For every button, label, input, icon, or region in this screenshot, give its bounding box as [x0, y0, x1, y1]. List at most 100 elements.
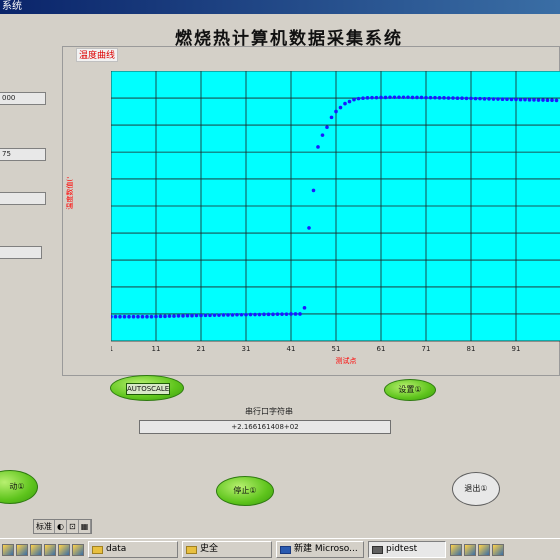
quicklaunch-icon-5[interactable]: [58, 543, 70, 556]
left-field-2: 75: [0, 148, 46, 161]
data-point: [491, 97, 496, 101]
data-point: [329, 115, 334, 120]
app-icon: [372, 545, 383, 554]
x-tick-label: 61: [377, 345, 386, 353]
data-point: [248, 312, 253, 317]
small-toolbar: 标准 ◐ ⊡ ▦: [33, 519, 93, 534]
data-point: [190, 313, 194, 318]
data-point: [343, 101, 347, 106]
data-point: [365, 96, 370, 100]
data-point: [446, 96, 451, 100]
y-axis-label-wrap: 温度数值(℃): [65, 177, 74, 210]
data-point: [302, 306, 307, 310]
serial-string-label: 串行口字符串: [245, 407, 293, 416]
data-point: [140, 314, 145, 319]
tray-icon-3[interactable]: [478, 543, 490, 556]
data-point: [370, 95, 374, 100]
x-tick-label: 41: [287, 345, 296, 353]
data-point: [113, 314, 118, 319]
folder-icon: [186, 545, 197, 554]
data-point: [482, 97, 487, 101]
data-point: [379, 95, 383, 100]
window-titlebar: 系统: [0, 0, 560, 14]
serial-string-field: +2.166161408+02: [139, 420, 391, 434]
data-point: [347, 99, 352, 104]
data-point: [527, 98, 532, 102]
data-point: [442, 96, 446, 100]
system-tray: [450, 543, 504, 556]
taskbar-new-word[interactable]: 新建 Microso...: [276, 541, 364, 558]
data-point: [401, 95, 406, 100]
autoscale-button[interactable]: AUTOSCALE: [110, 375, 184, 401]
tray-icon-4[interactable]: [492, 543, 504, 556]
settings-button[interactable]: 设置①: [384, 379, 436, 401]
toolbar-item-2[interactable]: ◐: [55, 520, 67, 533]
data-point: [478, 96, 482, 101]
data-point: [289, 312, 293, 316]
data-point: [244, 312, 248, 317]
quicklaunch-icon-3[interactable]: [30, 543, 42, 556]
data-point: [122, 314, 127, 319]
data-point: [325, 125, 329, 130]
taskbar-data[interactable]: data: [88, 541, 178, 558]
taskbar: data 史全 新建 Microso... pidtest: [0, 538, 560, 560]
data-point: [437, 96, 442, 100]
data-point: [131, 314, 136, 319]
tray-icon-1[interactable]: [450, 543, 462, 556]
data-point: [172, 314, 176, 318]
toolbar-standard[interactable]: 标准: [34, 520, 55, 533]
data-point: [464, 96, 469, 101]
data-point: [149, 314, 154, 319]
quicklaunch-icon-6[interactable]: [72, 543, 84, 556]
folder-icon: [92, 545, 103, 554]
data-point: [266, 312, 271, 317]
data-point: [514, 97, 518, 102]
data-point: [127, 314, 131, 319]
taskbar-pidtest[interactable]: pidtest: [368, 541, 446, 558]
data-point: [145, 314, 149, 319]
data-point: [410, 95, 415, 100]
data-point: [158, 314, 163, 319]
data-point: [208, 313, 212, 318]
data-point: [217, 313, 221, 317]
temperature-chart: 25.57525.43825.30125.16425.02824.89124.7…: [111, 71, 560, 365]
taskbar-anquan-label: 史全: [200, 544, 219, 554]
stop-button[interactable]: 停止①: [216, 476, 274, 506]
data-point: [541, 98, 545, 102]
taskbar-anquan[interactable]: 史全: [182, 541, 272, 558]
data-point: [320, 133, 325, 137]
data-point: [460, 96, 464, 101]
data-point: [550, 98, 554, 103]
data-point: [307, 226, 311, 230]
data-point: [505, 97, 509, 102]
data-point: [311, 188, 316, 193]
toolbar-item-4[interactable]: ▦: [79, 520, 92, 533]
quicklaunch-icon-4[interactable]: [44, 543, 56, 556]
start-button[interactable]: 动①: [0, 470, 38, 504]
quicklaunch-icon-1[interactable]: [2, 543, 14, 556]
data-point: [473, 96, 478, 101]
data-point: [271, 312, 275, 317]
taskbar-new-word-label: 新建 Microso...: [294, 544, 358, 554]
x-axis-label: 测试点: [336, 356, 357, 365]
data-point: [451, 96, 455, 100]
y-axis-label: 温度数值(℃): [65, 177, 74, 210]
chart-caption: 温度曲线: [76, 48, 119, 62]
data-point: [212, 313, 217, 317]
taskbar-pidtest-label: pidtest: [386, 544, 418, 554]
tray-icon-2[interactable]: [464, 543, 476, 556]
data-point: [455, 96, 460, 101]
data-point: [280, 312, 284, 316]
data-point: [167, 314, 172, 318]
window-title: 系统: [2, 1, 22, 12]
toolbar-item-3[interactable]: ⊡: [67, 520, 79, 533]
data-point: [509, 97, 514, 102]
data-point: [262, 312, 266, 317]
chart-panel: 25.57525.43825.30125.16425.02824.89124.7…: [62, 46, 560, 376]
x-tick-label: 11: [152, 345, 161, 353]
exit-button[interactable]: 退出①: [452, 472, 500, 506]
data-point: [496, 97, 500, 101]
data-point: [554, 98, 559, 103]
data-point: [230, 313, 235, 317]
quicklaunch-icon-2[interactable]: [16, 543, 28, 556]
